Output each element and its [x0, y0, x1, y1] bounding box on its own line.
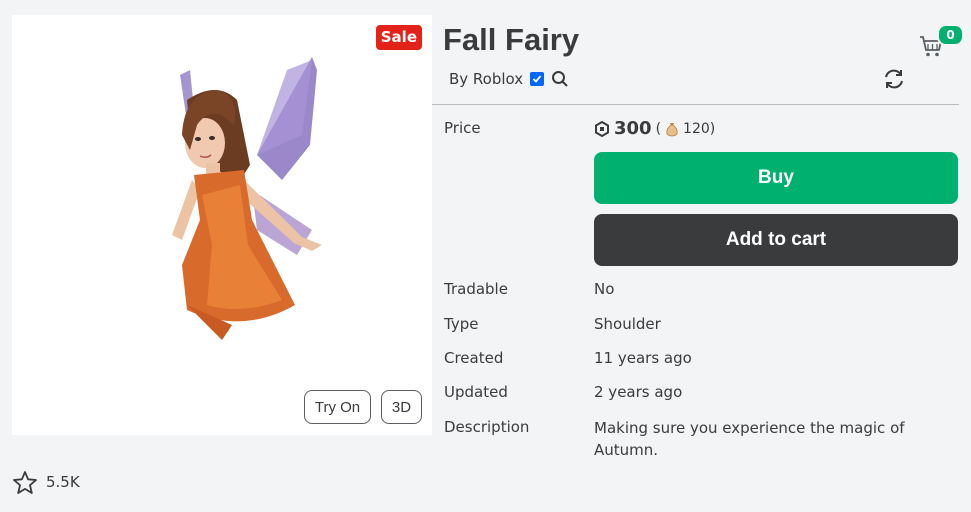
creator-link[interactable]: By Roblox — [449, 70, 523, 88]
sale-badge: Sale — [375, 25, 422, 50]
fall-fairy-image — [172, 57, 322, 340]
money-bag-icon — [666, 122, 678, 136]
type-value: Shoulder — [594, 315, 661, 333]
description-text: Making sure you experience the magic of … — [594, 419, 905, 459]
created-value: 11 years ago — [594, 349, 692, 367]
created-label: Created — [444, 349, 504, 367]
tradable-value: No — [594, 280, 615, 298]
add-to-cart-button[interactable]: Add to cart — [594, 214, 958, 266]
updated-label: Updated — [444, 383, 508, 401]
secondary-price-open: ( — [655, 120, 662, 137]
type-label: Type — [444, 315, 479, 333]
header-divider — [432, 104, 959, 105]
item-thumbnail: Sale Try On 3D — [12, 15, 432, 435]
secondary-price-amount: 120) — [683, 120, 716, 137]
description-label: Description — [444, 418, 530, 436]
star-outline-icon[interactable] — [12, 470, 38, 494]
buy-button[interactable]: Buy — [594, 152, 958, 204]
price-label: Price — [444, 119, 481, 137]
price-display: 300 ( 120) — [594, 118, 715, 139]
updated-value: 2 years ago — [594, 383, 683, 401]
search-icon[interactable] — [551, 70, 569, 88]
favorite-control[interactable]: 5.5K — [12, 470, 80, 494]
item-title: Fall Fairy — [443, 22, 580, 57]
view-3d-button[interactable]: 3D — [381, 390, 422, 424]
price-amount: 300 — [614, 118, 652, 139]
tradable-label: Tradable — [444, 280, 508, 298]
creator-byline: By Roblox — [449, 70, 569, 88]
verified-badge-icon — [530, 72, 545, 86]
refresh-icon[interactable] — [882, 67, 906, 91]
robux-icon — [595, 120, 609, 137]
try-on-button[interactable]: Try On — [304, 390, 371, 424]
cart-count-badge: 0 — [937, 24, 964, 46]
favorite-count: 5.5K — [46, 473, 80, 491]
